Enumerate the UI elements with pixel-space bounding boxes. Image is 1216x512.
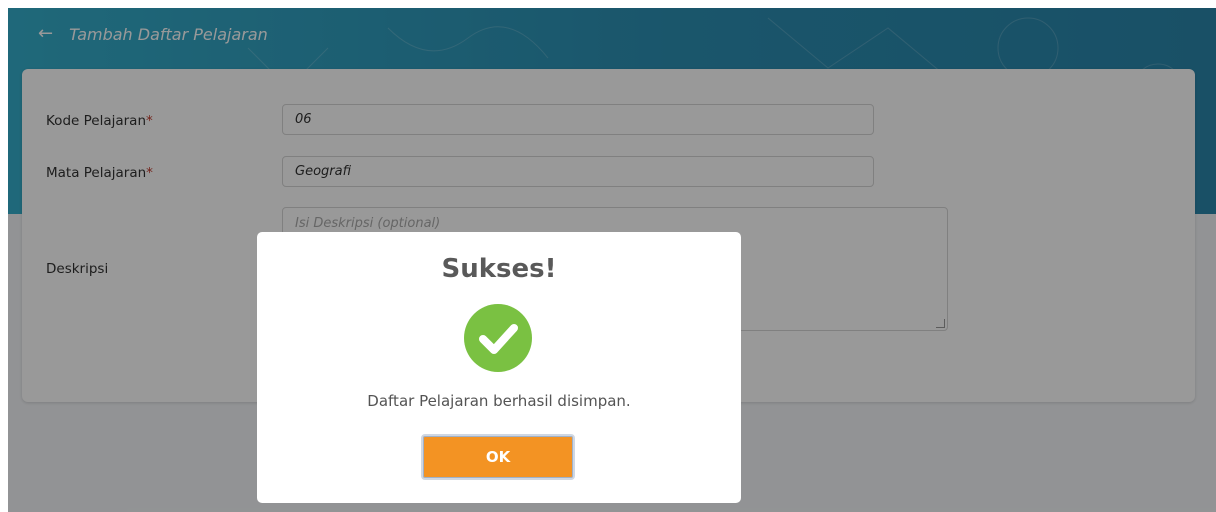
dialog-title: Sukses! bbox=[441, 254, 557, 284]
ok-button[interactable]: OK bbox=[421, 434, 575, 480]
check-circle-icon bbox=[464, 304, 532, 372]
page: ← Tambah Daftar Pelajaran Kode Pelajaran… bbox=[8, 8, 1216, 512]
success-dialog: Sukses! Daftar Pelajaran berhasil disimp… bbox=[257, 232, 741, 503]
check-mark-icon bbox=[479, 324, 518, 354]
dialog-message: Daftar Pelajaran berhasil disimpan. bbox=[367, 392, 631, 410]
